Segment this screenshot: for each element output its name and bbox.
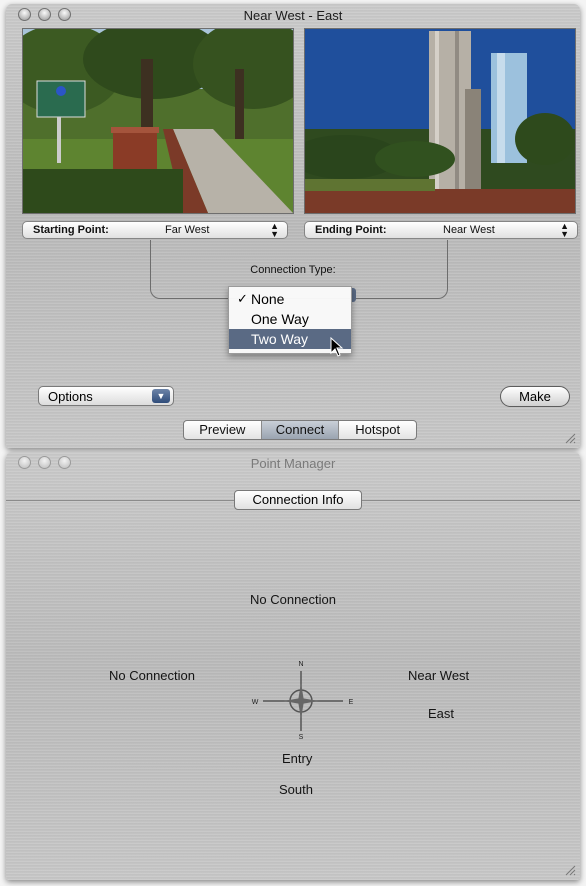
tab-preview[interactable]: Preview [184, 421, 261, 439]
resize-grip-icon[interactable] [564, 432, 576, 444]
entry-label: Entry [282, 751, 313, 766]
ending-point-photo [304, 28, 576, 214]
starting-point-label: Starting Point: [33, 224, 109, 236]
ending-point-popup[interactable]: Ending Point: Near West ▲ ▼ [304, 221, 578, 239]
near-west-east-window: Near West - East Starting Point: Far Wes… [6, 4, 580, 448]
compass-west-label: W [252, 699, 259, 706]
point-manager-window: Point Manager Connection Info No Connect… [6, 452, 580, 880]
connection-type-label: Connection Type: [250, 264, 336, 276]
connection-status-top: No Connection [250, 592, 336, 607]
updown-arrows-icon: ▲ ▼ [560, 221, 569, 239]
menu-item-none[interactable]: ✓ None [229, 289, 351, 309]
mode-segmented-control: Preview Connect Hotspot [183, 420, 417, 440]
titlebar[interactable]: Near West - East [6, 4, 580, 26]
tab-connect[interactable]: Connect [260, 421, 339, 439]
starting-point-popup[interactable]: Starting Point: Far West ▲ ▼ [22, 221, 288, 239]
window-title: Point Manager [250, 456, 336, 471]
compass-rose-icon: N S W E [252, 661, 354, 741]
updown-arrows-icon: ▲ ▼ [270, 221, 279, 239]
starting-point-value: Far West [165, 224, 210, 236]
checkmark-icon: ✓ [237, 291, 248, 306]
window-title: Near West - East [243, 8, 343, 23]
ending-point-value: Near West [443, 224, 495, 236]
entry-direction: South [279, 782, 313, 797]
options-label: Options [48, 389, 93, 404]
options-popup[interactable]: Options ▼ [38, 386, 174, 406]
menu-item-label: None [251, 291, 285, 307]
menu-item-label: Two Way [251, 331, 309, 347]
compass-east-label: E [349, 699, 354, 706]
connection-direction: East [428, 706, 455, 721]
make-button[interactable]: Make [500, 386, 570, 407]
compass-north-label: N [298, 661, 303, 668]
ending-point-label: Ending Point: [315, 224, 387, 236]
tab-hotspot[interactable]: Hotspot [338, 421, 416, 439]
mouse-pointer-icon [330, 337, 344, 357]
titlebar[interactable]: Point Manager [6, 452, 580, 474]
menu-item-one-way[interactable]: One Way [229, 309, 351, 329]
chevron-down-icon: ▼ [152, 389, 170, 403]
connection-status-left: No Connection [109, 668, 195, 683]
connection-point-name: Near West [408, 668, 470, 683]
compass-south-label: S [299, 734, 304, 741]
starting-point-photo [22, 28, 294, 214]
menu-item-label: One Way [251, 311, 309, 327]
resize-grip-icon[interactable] [564, 864, 576, 876]
connection-info-button[interactable]: Connection Info [234, 490, 362, 510]
